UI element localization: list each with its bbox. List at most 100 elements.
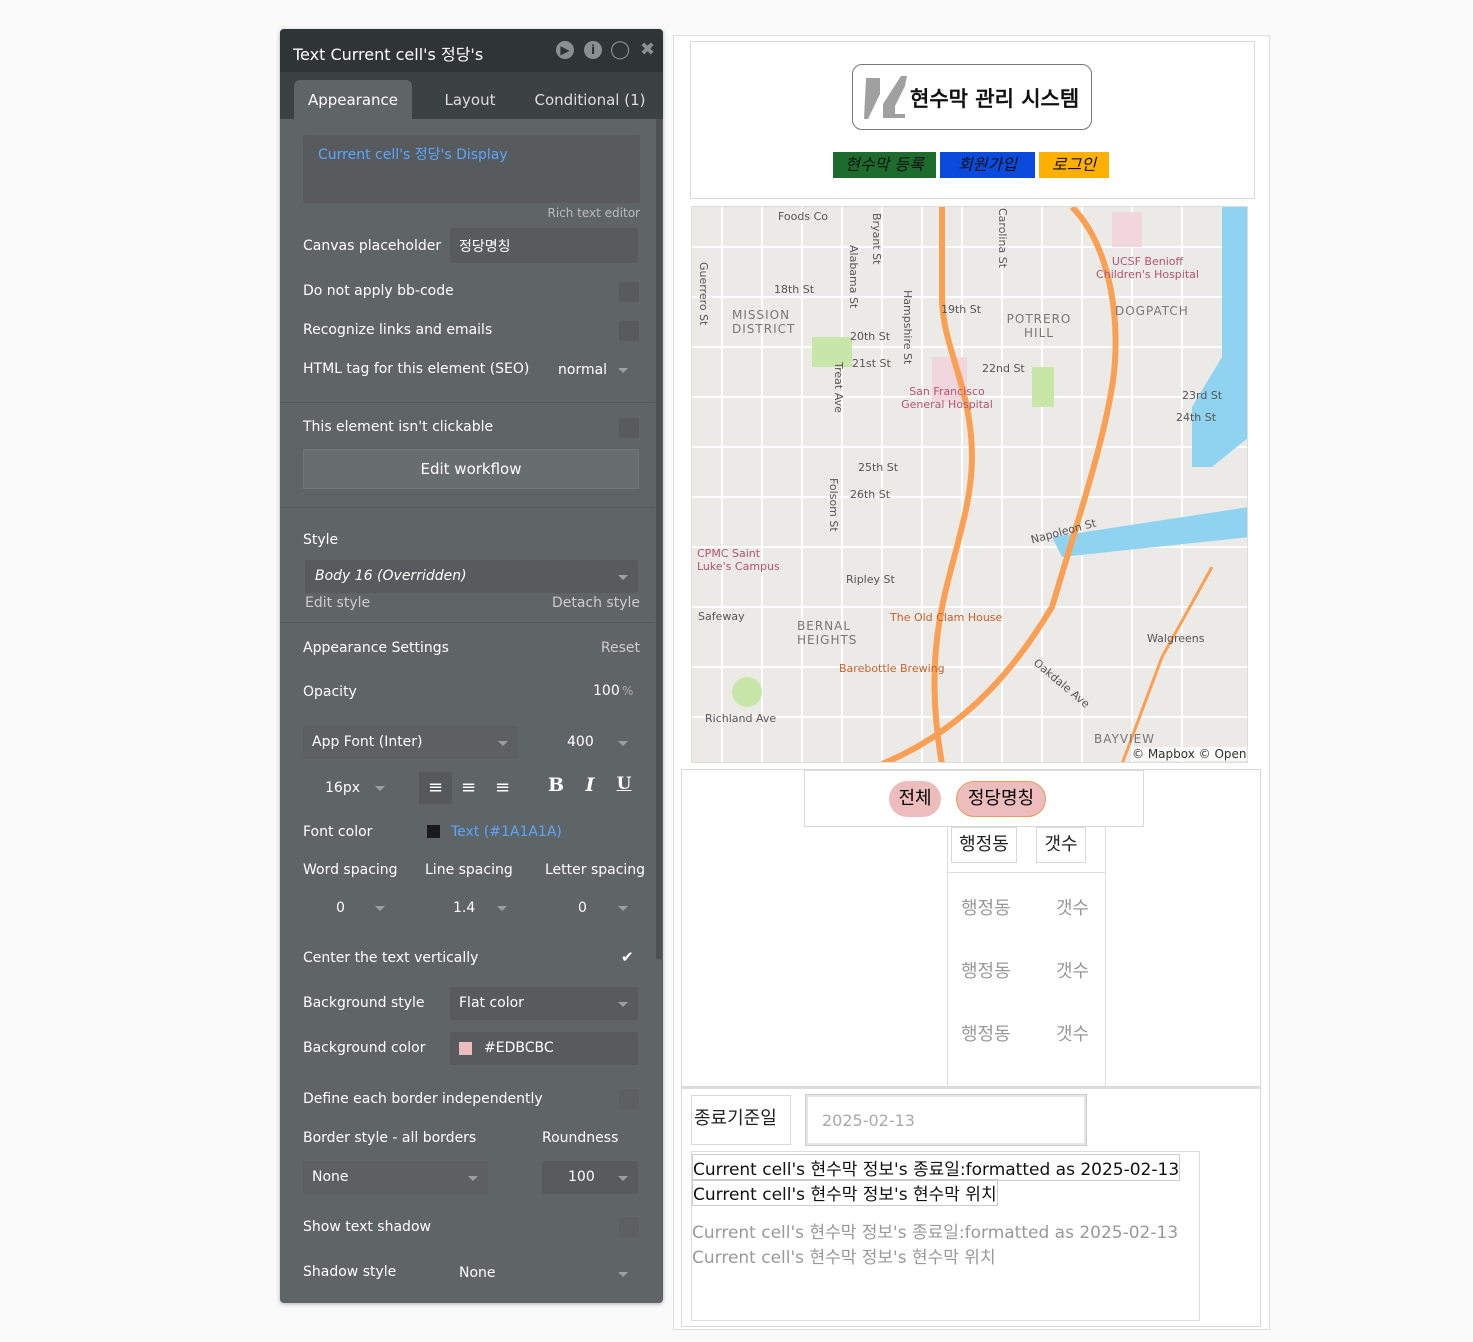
style-dropdown[interactable]: Body 16 (Overridden) <box>305 560 638 593</box>
filter-tab-all[interactable]: 전체 <box>889 781 941 817</box>
shadow-style-dropdown[interactable]: None <box>450 1257 638 1290</box>
line-spacing-input[interactable]: 1.4 <box>425 892 517 924</box>
border-independent-checkbox[interactable] <box>619 1089 639 1109</box>
app-title: 현수막 관리 시스템 <box>910 87 1080 111</box>
map-street-label: 22nd St <box>982 362 1025 375</box>
map-street-label: 24th St <box>1176 411 1217 424</box>
font-weight-dropdown[interactable]: 400 <box>542 726 638 759</box>
table-cell: 행정동 <box>961 898 1011 919</box>
center-vertical-checkbox[interactable]: ✔ <box>621 948 634 966</box>
map-label: Walgreens <box>1147 632 1205 645</box>
align-left-icon[interactable]: ≡ <box>419 772 452 804</box>
header-group: 현수막 관리 시스템 현수막 등록 회원가입 로그인 <box>690 41 1255 199</box>
map-street-label: 19th St <box>941 303 982 316</box>
banner-repeating-group: Current cell's 현수막 정보's 종료일:formatted as… <box>691 1151 1200 1321</box>
map-label: Safeway <box>698 610 745 623</box>
canvas-placeholder-label: Canvas placeholder <box>303 238 442 254</box>
no-bbcode-checkbox[interactable] <box>619 282 639 302</box>
panel-header[interactable]: Text Current cell's 정당's ▶ i ◯ ✖ <box>280 29 663 72</box>
italic-button[interactable]: I <box>576 774 604 796</box>
align-right-icon[interactable]: ≡ <box>486 772 519 804</box>
filter-tab-party[interactable]: 정당명칭 <box>956 781 1046 817</box>
font-color-swatch[interactable] <box>427 825 440 838</box>
font-family-dropdown[interactable]: App Font (Inter) <box>303 726 518 759</box>
info-icon[interactable]: i <box>584 41 602 59</box>
end-date-label: 종료기준일 <box>691 1095 791 1145</box>
style-value: Body 16 (Overridden) <box>315 568 467 584</box>
align-center-icon[interactable]: ≡ <box>452 772 485 804</box>
nav-signup[interactable]: 회원가입 <box>940 152 1035 178</box>
map-street-label: Ripley St <box>846 573 895 586</box>
roundness-value: 100 <box>568 1169 595 1185</box>
roundness-input[interactable]: 100 <box>542 1161 638 1194</box>
not-clickable-checkbox[interactable] <box>619 418 639 438</box>
map-attribution[interactable]: © Mapbox © Open <box>1132 747 1247 761</box>
text-shadow-checkbox[interactable] <box>619 1217 639 1237</box>
divider <box>280 402 655 403</box>
table-cell: 갯수 <box>1056 1024 1090 1045</box>
nav-register-banner[interactable]: 현수막 등록 <box>833 152 936 178</box>
word-spacing-input[interactable]: 0 <box>303 892 395 924</box>
map-street-label: 18th St <box>774 283 815 296</box>
background-color-value: #EDBCBC <box>484 1040 554 1056</box>
map-street-label: 23rd St <box>1182 389 1223 402</box>
map-street-label: Carolina St <box>996 208 1009 269</box>
map-label: POTRERO HILL <box>1006 312 1072 340</box>
tab-bar: Appearance Layout Conditional (1) <box>280 72 663 119</box>
map-label: Foods Co <box>778 210 829 223</box>
line-spacing-value: 1.4 <box>453 900 476 916</box>
edit-style-link[interactable]: Edit style <box>305 595 370 611</box>
panel-title: Text Current cell's 정당's <box>293 45 484 64</box>
bold-button[interactable]: B <box>542 774 570 796</box>
map-label: San Francisco General Hospital <box>901 385 993 411</box>
shadow-style-label: Shadow style <box>303 1264 397 1280</box>
map-label: BAYVIEW <box>1094 732 1156 746</box>
map-street-label: 20th St <box>850 330 891 343</box>
nav-login[interactable]: 로그인 <box>1039 152 1109 178</box>
border-style-label: Border style - all borders <box>303 1130 477 1146</box>
appearance-settings-label: Appearance Settings <box>303 640 449 656</box>
font-size-dropdown[interactable]: 16px <box>303 771 395 804</box>
map[interactable]: Foods Co Bryant St Alabama St Carolina S… <box>691 206 1248 763</box>
table-cell: 갯수 <box>1056 898 1090 919</box>
map-label: Barebottle Brewing <box>839 662 945 675</box>
recognize-links-checkbox[interactable] <box>619 321 639 341</box>
comment-icon[interactable]: ◯ <box>610 39 630 60</box>
letter-spacing-label: Letter spacing <box>545 862 646 878</box>
tab-layout[interactable]: Layout <box>420 80 520 119</box>
opacity-input[interactable]: 100 % <box>580 676 638 706</box>
background-style-dropdown[interactable]: Flat color <box>450 987 638 1020</box>
map-label: UCSF Benioff Children's Hospital <box>1096 255 1199 281</box>
detach-style-link[interactable]: Detach style <box>552 595 640 611</box>
font-size-value: 16px <box>325 780 360 796</box>
underline-button[interactable]: U <box>610 774 638 794</box>
banner-list-group: 종료기준일 2025-02-13 Current cell's 현수막 정보's… <box>681 1087 1261 1327</box>
tab-appearance[interactable]: Appearance <box>294 80 412 119</box>
dynamic-expression[interactable]: Current cell's 정당's Display <box>318 144 508 164</box>
tab-conditional[interactable]: Conditional (1) <box>530 80 650 119</box>
count-table: 행정동 갯수 행정동 갯수 행정동 갯수 행정동 갯수 <box>947 827 1106 1088</box>
border-style-dropdown[interactable]: None <box>303 1161 488 1194</box>
map-street-label: 25th St <box>858 461 899 474</box>
font-color-value[interactable]: Text (#1A1A1A) <box>451 824 562 840</box>
border-independent-label: Define each border independently <box>303 1091 543 1107</box>
end-date-input[interactable]: 2025-02-13 <box>806 1095 1086 1145</box>
text-content-editor[interactable]: Current cell's 정당's Display <box>303 135 640 203</box>
close-icon[interactable]: ✖ <box>640 39 655 60</box>
html-tag-dropdown[interactable]: normal <box>550 354 638 386</box>
edit-workflow-button[interactable]: Edit workflow <box>303 449 639 489</box>
banner-location-text: Current cell's 현수막 정보's 현수막 위치 <box>692 1248 996 1268</box>
logo-box[interactable]: 현수막 관리 시스템 <box>852 64 1092 130</box>
opacity-label: Opacity <box>303 684 357 700</box>
panel-scrollbar[interactable] <box>656 119 662 959</box>
canvas-placeholder-input[interactable]: 정당명칭 <box>450 228 638 263</box>
divider <box>948 872 1105 873</box>
background-color-label: Background color <box>303 1040 426 1056</box>
map-street-label: Alabama St <box>847 245 860 309</box>
letter-spacing-input[interactable]: 0 <box>546 892 638 924</box>
play-icon[interactable]: ▶ <box>556 41 574 59</box>
reset-link[interactable]: Reset <box>601 640 640 656</box>
background-color-picker[interactable]: #EDBCBC <box>450 1032 638 1065</box>
rich-text-editor-link[interactable]: Rich text editor <box>547 206 640 220</box>
html-tag-value: normal <box>558 362 608 378</box>
